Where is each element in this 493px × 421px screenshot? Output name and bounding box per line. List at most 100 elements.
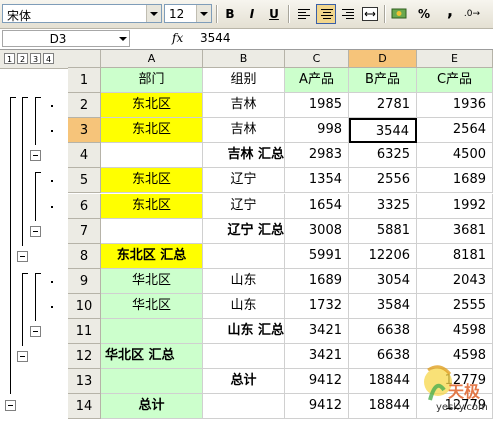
cell-c2[interactable]: 1985 [285,93,349,119]
cell-b14[interactable] [203,394,285,420]
cell-d14[interactable]: 18844 [349,394,417,420]
cell-a5[interactable]: 东北区 [101,168,203,194]
cell-d10[interactable]: 3584 [349,293,417,319]
row-header-11[interactable]: 11 [68,319,101,345]
cell-c5[interactable]: 1354 [285,168,349,194]
column-header-c[interactable]: C [285,50,349,68]
row-header-2[interactable]: 2 [68,93,101,119]
cell-b12[interactable] [203,344,285,370]
cell-a6[interactable]: 东北区 [101,193,203,219]
cell-d12[interactable]: 6638 [349,344,417,370]
cell-c4[interactable]: 2983 [285,143,349,169]
column-header-d[interactable]: D [349,50,417,68]
collapse-group-shandong-button[interactable] [30,326,41,337]
cell-e7[interactable]: 3681 [417,218,493,244]
row-header-5[interactable]: 5 [68,168,101,194]
collapse-group-huabei-button[interactable] [17,351,28,363]
align-left-button[interactable] [294,4,314,24]
row-header-8[interactable]: 8 [68,243,101,269]
cell-e3[interactable]: 2564 [417,118,493,144]
chevron-down-icon[interactable] [119,37,127,41]
cell-c14[interactable]: 9412 [285,394,349,420]
cell-c8[interactable]: 5991 [285,243,349,269]
cell-a14[interactable]: 总计 [101,394,203,420]
row-header-6[interactable]: 6 [68,193,101,219]
row-header-9[interactable]: 9 [68,268,101,294]
font-name-dropdown[interactable]: 宋体 [2,4,162,23]
outline-level-1-button[interactable]: 1 [4,53,15,64]
cell-b4[interactable]: 吉林 汇总 [203,143,285,169]
cell-a3[interactable]: 东北区 [101,118,203,144]
cell-d11[interactable]: 6638 [349,319,417,345]
outline-level-3-button[interactable]: 3 [30,53,41,64]
cell-a13[interactable] [101,369,203,395]
row-header-13[interactable]: 13 [68,369,101,395]
header-cell-e1[interactable]: C产品 [417,68,493,94]
cell-a4[interactable] [101,143,203,169]
column-header-e[interactable]: E [417,50,493,68]
percent-button[interactable]: % [414,4,434,24]
cell-b13[interactable]: 总计 [203,369,285,395]
currency-button[interactable] [390,4,410,24]
cell-e2[interactable]: 1936 [417,93,493,119]
cell-b10[interactable]: 山东 [203,293,285,319]
chevron-down-icon[interactable] [196,5,211,22]
align-right-button[interactable] [338,4,358,24]
cell-b7[interactable]: 辽宁 汇总 [203,218,285,244]
cell-d8[interactable]: 12206 [349,243,417,269]
cell-c7[interactable]: 3008 [285,218,349,244]
cell-d7[interactable]: 5881 [349,218,417,244]
collapse-group-total-button[interactable] [5,400,16,412]
cell-b2[interactable]: 吉林 [203,93,285,119]
cell-b3[interactable]: 吉林 [203,118,285,144]
column-header-b[interactable]: B [203,50,285,68]
cell-e11[interactable]: 4598 [417,319,493,345]
cell-a11[interactable] [101,319,203,345]
cell-c11[interactable]: 3421 [285,319,349,345]
cell-d6[interactable]: 3325 [349,193,417,219]
align-center-button[interactable] [316,4,336,24]
bold-button[interactable]: B [220,4,240,24]
cell-a7[interactable] [101,218,203,244]
cell-c12[interactable]: 3421 [285,344,349,370]
cell-d2[interactable]: 2781 [349,93,417,119]
cell-a8[interactable]: 东北区 汇总 [101,243,203,269]
function-icon[interactable]: fx [172,31,183,45]
cell-c9[interactable]: 1689 [285,268,349,294]
outline-level-4-button[interactable]: 4 [43,53,54,64]
row-header-10[interactable]: 10 [68,293,101,319]
row-header-7[interactable]: 7 [68,218,101,244]
cell-a10[interactable]: 华北区 [101,293,203,319]
italic-button[interactable]: I [242,4,262,24]
header-cell-b1[interactable]: 组别 [203,68,285,94]
header-cell-c1[interactable]: A产品 [285,68,349,94]
chevron-down-icon[interactable] [146,5,161,22]
header-cell-d1[interactable]: B产品 [349,68,417,94]
cell-c13[interactable]: 9412 [285,369,349,395]
collapse-group-dongbei-button[interactable] [17,250,28,262]
cell-d9[interactable]: 3054 [349,268,417,294]
cell-b8[interactable] [203,243,285,269]
row-header-14[interactable]: 14 [68,394,101,420]
cell-a2[interactable]: 东北区 [101,93,203,119]
cell-b11[interactable]: 山东 汇总 [203,319,285,345]
cell-b6[interactable]: 辽宁 [203,193,285,219]
cell-e10[interactable]: 2555 [417,293,493,319]
cell-c10[interactable]: 1732 [285,293,349,319]
cell-e8[interactable]: 8181 [417,243,493,269]
cell-a12[interactable]: 华北区 汇总 [101,344,203,370]
row-header-12[interactable]: 12 [68,344,101,370]
cell-a9[interactable]: 华北区 [101,268,203,294]
comma-style-button[interactable]: , [440,3,460,24]
cell-e9[interactable]: 2043 [417,268,493,294]
cell-d3[interactable]: 3544 [349,118,417,144]
cell-b5[interactable]: 辽宁 [203,168,285,194]
font-size-dropdown[interactable]: 12 [164,4,212,23]
cell-e5[interactable]: 1689 [417,168,493,194]
cell-d5[interactable]: 2556 [349,168,417,194]
merge-center-button[interactable] [360,4,380,24]
cell-b9[interactable]: 山东 [203,268,285,294]
column-header-a[interactable]: A [101,50,203,68]
header-cell-a1[interactable]: 部门 [101,68,203,94]
cell-d13[interactable]: 18844 [349,369,417,395]
